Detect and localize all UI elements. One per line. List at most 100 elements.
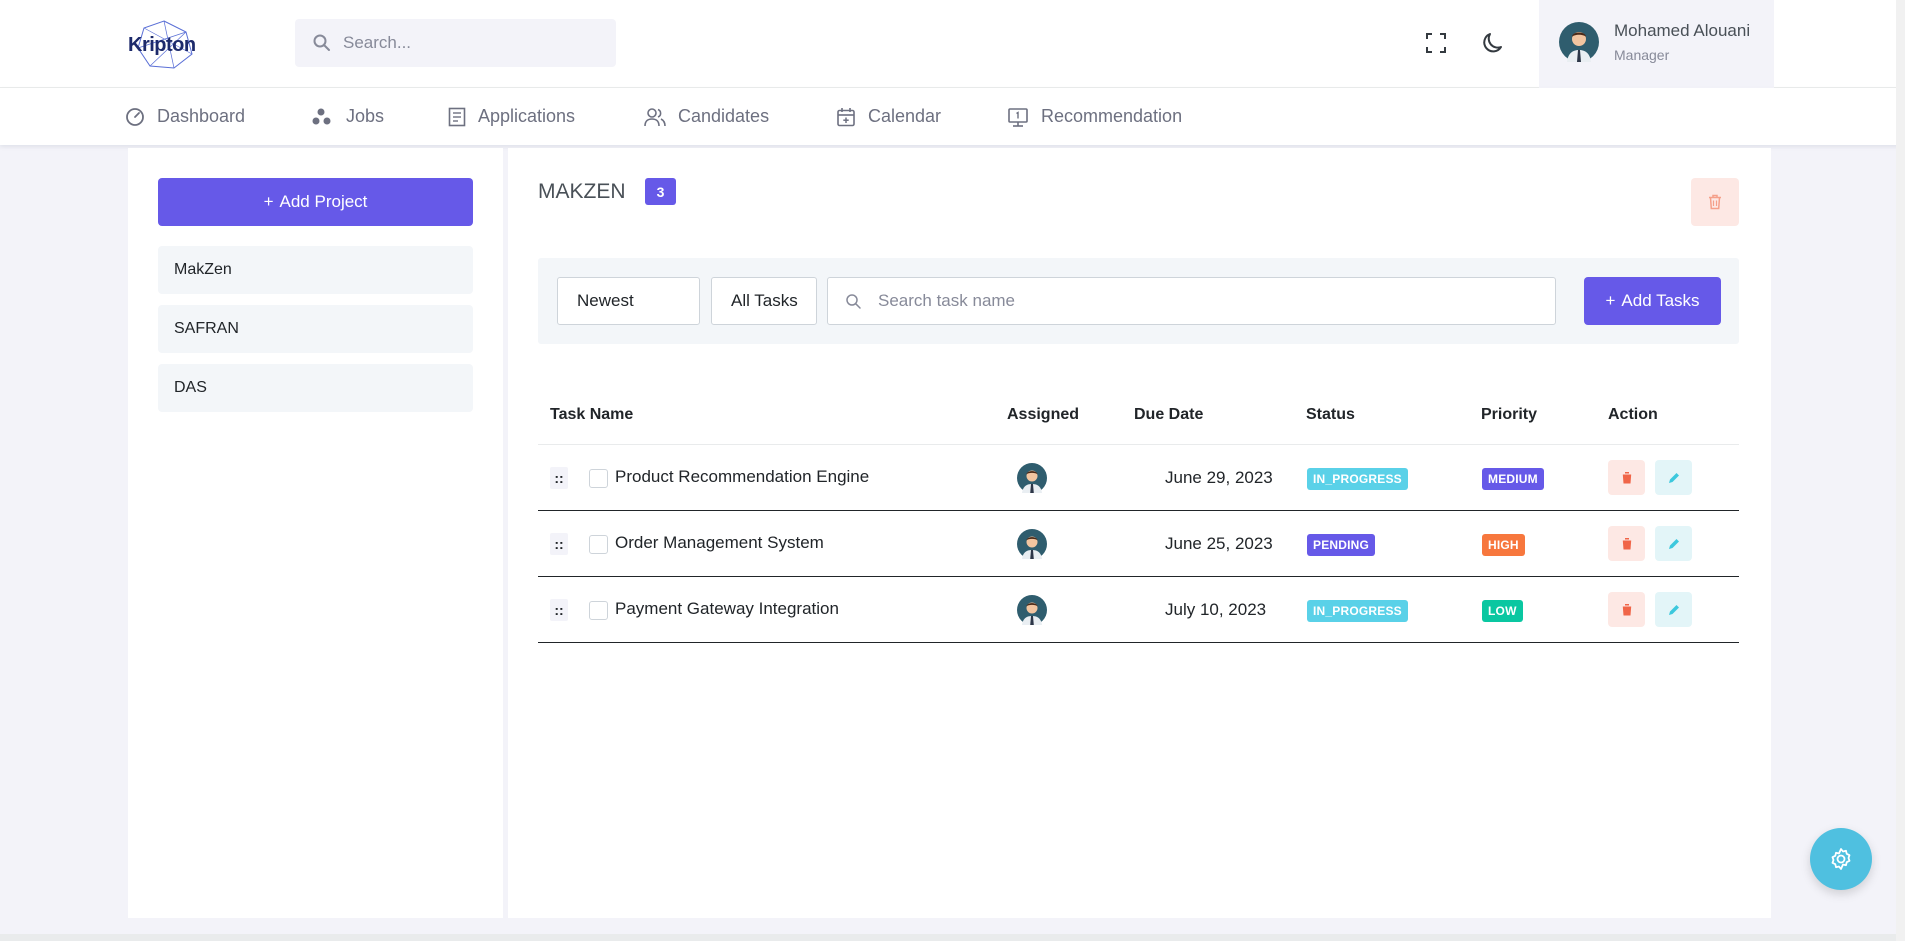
nav-item-dashboard[interactable]: Dashboard xyxy=(125,88,245,145)
add-tasks-label: Add Tasks xyxy=(1621,291,1700,310)
task-checkbox[interactable] xyxy=(589,601,608,620)
search-icon xyxy=(846,294,861,309)
task-name[interactable]: Order Management System xyxy=(615,533,824,553)
edit-task-button[interactable] xyxy=(1655,526,1692,561)
drag-handle[interactable]: :: xyxy=(550,533,568,555)
project-item-makzen[interactable]: MakZen xyxy=(158,246,473,294)
gear-icon xyxy=(1831,848,1851,870)
dashboard-icon xyxy=(126,107,144,126)
status-badge: IN_PROGRESS xyxy=(1307,468,1408,490)
task-due-date: July 10, 2023 xyxy=(1165,600,1267,619)
edit-task-button[interactable] xyxy=(1655,460,1692,495)
nav-label-dashboard: Dashboard xyxy=(157,106,246,126)
column-header-status[interactable]: Status xyxy=(1306,406,1355,424)
task-filter-bar: Newest All Tasks + Add Tasks xyxy=(538,258,1739,344)
nav-item-candidates[interactable]: Candidates xyxy=(644,88,769,145)
pencil-icon xyxy=(1668,538,1679,549)
task-panel: MAKZEN 3 Newest All Tasks + Add Tasks Ta… xyxy=(508,148,1771,918)
project-label: SAFRAN xyxy=(174,320,239,337)
assignee-avatar[interactable] xyxy=(1017,529,1047,559)
task-name[interactable]: Product Recommendation Engine xyxy=(615,467,869,487)
project-item-safran[interactable]: SAFRAN xyxy=(158,305,473,353)
dark-mode-toggle[interactable] xyxy=(1477,26,1511,60)
table-row: :: Order Management System June 25, 2023… xyxy=(538,511,1739,577)
nav-item-jobs[interactable]: Jobs xyxy=(312,88,384,145)
project-label: DAS xyxy=(174,379,207,396)
task-scope-value: All Tasks xyxy=(731,291,798,310)
add-project-label: Add Project xyxy=(279,192,368,211)
task-checkbox[interactable] xyxy=(589,535,608,554)
column-header-task-name[interactable]: Task Name xyxy=(550,406,633,424)
project-label: MakZen xyxy=(174,261,232,278)
trash-icon xyxy=(1621,472,1632,484)
task-due-date: June 29, 2023 xyxy=(1165,468,1273,487)
nav-label-calendar: Calendar xyxy=(868,106,942,126)
moon-icon xyxy=(1483,33,1502,53)
edit-task-button[interactable] xyxy=(1655,592,1692,627)
assignee-avatar[interactable] xyxy=(1017,595,1047,625)
drag-handle[interactable]: :: xyxy=(550,599,568,621)
fullscreen-button[interactable] xyxy=(1419,26,1453,60)
plus-icon: + xyxy=(263,192,274,211)
nav-item-recommendation[interactable]: Recommendation xyxy=(1007,88,1182,145)
calendar-icon xyxy=(837,107,855,126)
delete-task-button[interactable] xyxy=(1608,460,1645,495)
trash-icon xyxy=(1621,538,1632,550)
task-scope-select[interactable]: All Tasks xyxy=(711,277,817,325)
status-badge: IN_PROGRESS xyxy=(1307,600,1408,622)
status-badge: PENDING xyxy=(1307,534,1376,556)
priority-badge: LOW xyxy=(1482,600,1523,622)
task-search[interactable] xyxy=(827,277,1556,325)
main-nav: Dashboard Jobs Applications Candidates C… xyxy=(0,88,1905,145)
page-scrollbar[interactable] xyxy=(1896,0,1905,941)
delete-task-button[interactable] xyxy=(1608,526,1645,561)
column-header-due-date[interactable]: Due Date xyxy=(1134,406,1203,424)
assignee-avatar[interactable] xyxy=(1017,463,1047,493)
table-row: :: Payment Gateway Integration July 10, … xyxy=(538,577,1739,643)
fullscreen-icon xyxy=(1426,33,1446,53)
task-search-input[interactable] xyxy=(878,278,1538,324)
pencil-icon xyxy=(1668,472,1679,483)
recommendation-icon xyxy=(1008,107,1028,127)
kripton-logo[interactable]: Kripton xyxy=(126,18,202,72)
delete-project-button[interactable] xyxy=(1691,178,1739,226)
project-item-das[interactable]: DAS xyxy=(158,364,473,412)
trash-icon xyxy=(1709,194,1721,210)
sort-select[interactable]: Newest xyxy=(557,277,700,325)
global-search-input[interactable] xyxy=(343,19,603,67)
user-name: Mohamed Alouani xyxy=(1614,21,1751,40)
top-header: Kripton Mohamed Alouani Manager xyxy=(0,0,1905,88)
task-count-badge: 3 xyxy=(645,178,676,205)
column-header-assigned[interactable]: Assigned xyxy=(1007,406,1079,424)
column-header-priority[interactable]: Priority xyxy=(1481,406,1537,424)
user-role: Manager xyxy=(1614,47,1670,63)
pencil-icon xyxy=(1668,604,1679,615)
logo-text: Kripton xyxy=(128,34,196,56)
avatar xyxy=(1559,22,1599,62)
nav-label-applications: Applications xyxy=(478,106,576,126)
theme-settings-button[interactable] xyxy=(1810,828,1872,890)
user-profile-menu[interactable]: Mohamed Alouani Manager xyxy=(1539,0,1774,88)
footer-strip xyxy=(0,934,1905,941)
add-tasks-button[interactable]: + Add Tasks xyxy=(1584,277,1721,325)
project-title: MAKZEN xyxy=(538,180,626,203)
search-icon xyxy=(313,34,330,51)
add-project-button[interactable]: + Add Project xyxy=(158,178,473,226)
delete-task-button[interactable] xyxy=(1608,592,1645,627)
jobs-icon xyxy=(312,108,331,124)
project-sidebar: + Add Project MakZen SAFRAN DAS xyxy=(128,148,503,918)
table-row: :: Product Recommendation Engine June 29… xyxy=(538,445,1739,511)
sort-select-value: Newest xyxy=(577,291,634,310)
task-checkbox[interactable] xyxy=(589,469,608,488)
nav-item-calendar[interactable]: Calendar xyxy=(836,88,941,145)
nav-label-jobs: Jobs xyxy=(346,106,385,126)
task-due-date: June 25, 2023 xyxy=(1165,534,1273,553)
global-search[interactable] xyxy=(295,19,616,67)
nav-label-recommendation: Recommendation xyxy=(1041,106,1183,126)
drag-handle[interactable]: :: xyxy=(550,467,568,489)
trash-icon xyxy=(1621,604,1632,616)
priority-badge: MEDIUM xyxy=(1482,468,1544,490)
task-name[interactable]: Payment Gateway Integration xyxy=(615,599,839,619)
nav-item-applications[interactable]: Applications xyxy=(448,88,575,145)
plus-icon: + xyxy=(1605,291,1616,310)
